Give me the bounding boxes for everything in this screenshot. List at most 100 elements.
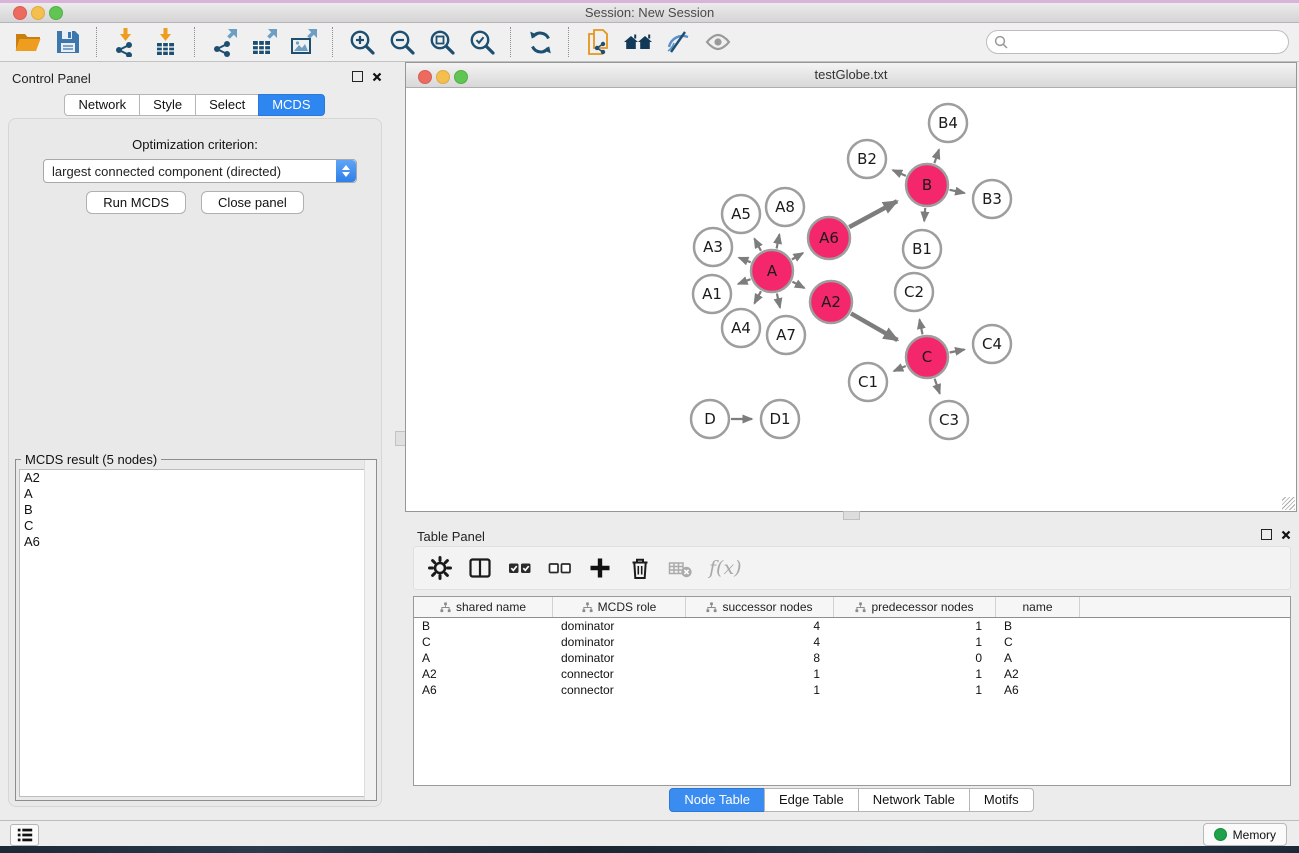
cell-shared-name[interactable]: C [414,635,553,649]
network-canvas[interactable]: B4B2BB3A8A5A6A3B1AC2A1A2A4A7C4CC1C3DD1 [406,88,1296,511]
cell-MCDS-role[interactable]: connector [553,683,686,697]
node-A7[interactable]: A7 [767,316,805,354]
table-row[interactable]: Adominator80A [414,650,1290,666]
table-settings-button[interactable] [428,556,452,580]
column-header-shared-name[interactable]: shared name [414,597,553,617]
memory-button[interactable]: Memory [1203,823,1287,846]
result-item[interactable]: A [20,486,372,502]
select-all-columns-button[interactable] [508,556,532,580]
mcds-result-list[interactable]: A2ABCA6 [19,469,373,797]
cell-predecessor-nodes[interactable]: 1 [834,667,996,681]
edge-A-A2[interactable] [792,282,804,288]
node-C2[interactable]: C2 [895,273,933,311]
node-B4[interactable]: B4 [929,104,967,142]
node-A[interactable]: A [751,250,793,292]
node-C1[interactable]: C1 [849,363,887,401]
node-A4[interactable]: A4 [722,309,760,347]
task-history-button[interactable] [10,824,39,846]
edge-B-B4[interactable] [934,150,939,164]
export-image-button[interactable] [284,25,324,59]
cell-successor-nodes[interactable]: 1 [686,683,834,697]
node-D[interactable]: D [691,400,729,438]
edge-A-A7[interactable] [777,294,780,308]
function-builder-button[interactable]: f(x) [709,557,742,579]
node-A5[interactable]: A5 [722,195,760,233]
close-table-panel-icon[interactable] [1281,530,1291,540]
result-scrollbar[interactable] [364,460,376,800]
search-field[interactable] [986,30,1289,54]
node-B2[interactable]: B2 [848,140,886,178]
create-column-button[interactable] [588,556,612,580]
float-table-panel-icon[interactable] [1261,529,1272,540]
edge-A-A1[interactable] [738,279,750,284]
close-panel-button[interactable]: Close panel [201,191,304,214]
result-item[interactable]: A6 [20,534,372,550]
tab-style[interactable]: Style [139,94,196,116]
show-columns-button[interactable] [468,556,492,580]
export-network-button[interactable] [204,25,244,59]
tab-node-table[interactable]: Node Table [669,788,765,812]
cell-MCDS-role[interactable]: dominator [553,635,686,649]
float-panel-icon[interactable] [352,71,363,82]
cell-predecessor-nodes[interactable]: 1 [834,683,996,697]
deselect-all-columns-button[interactable] [548,556,572,580]
tab-motifs[interactable]: Motifs [969,788,1034,812]
dropdown-stepper-icon[interactable] [336,160,356,182]
close-panel-icon[interactable] [372,72,382,82]
refresh-layout-button[interactable] [520,25,560,59]
table-row[interactable]: A6connector11A6 [414,682,1290,698]
duplicate-network-button[interactable] [578,25,618,59]
network-canvas-svg[interactable]: B4B2BB3A8A5A6A3B1AC2A1A2A4A7C4CC1C3DD1 [406,88,1296,511]
cell-shared-name[interactable]: A2 [414,667,553,681]
cell-name[interactable]: C [996,635,1080,649]
node-B[interactable]: B [906,164,948,206]
tab-edge-table[interactable]: Edge Table [764,788,859,812]
import-network-button[interactable] [106,25,146,59]
result-item[interactable]: B [20,502,372,518]
tab-select[interactable]: Select [195,94,259,116]
zoom-selected-button[interactable] [462,25,502,59]
home-button[interactable] [618,25,658,59]
edge-A-A6[interactable] [792,253,803,260]
tab-network-table[interactable]: Network Table [858,788,970,812]
export-table-button[interactable] [244,25,284,59]
node-A3[interactable]: A3 [694,228,732,266]
save-session-button[interactable] [48,25,88,59]
node-C[interactable]: C [906,336,948,378]
node-C3[interactable]: C3 [930,401,968,439]
edge-A-A4[interactable] [754,291,761,303]
horizontal-splitter-grip[interactable] [843,511,860,520]
cell-predecessor-nodes[interactable]: 1 [834,619,996,633]
delete-column-button[interactable] [628,556,652,580]
edge-C-C4[interactable] [950,350,965,353]
open-session-button[interactable] [8,25,48,59]
edge-B-B2[interactable] [893,170,906,176]
node-B3[interactable]: B3 [973,180,1011,218]
delete-table-button[interactable] [668,557,693,580]
edge-B-B3[interactable] [950,190,965,193]
cell-name[interactable]: B [996,619,1080,633]
network-window-titlebar[interactable]: testGlobe.txt [406,63,1296,88]
cell-name[interactable]: A [996,651,1080,665]
table-row[interactable]: Bdominator41B [414,618,1290,634]
cell-name[interactable]: A6 [996,683,1080,697]
search-input[interactable] [1008,34,1262,51]
cell-predecessor-nodes[interactable]: 0 [834,651,996,665]
cell-shared-name[interactable]: A6 [414,683,553,697]
zoom-out-button[interactable] [382,25,422,59]
import-table-button[interactable] [146,25,186,59]
cell-successor-nodes[interactable]: 4 [686,619,834,633]
cell-successor-nodes[interactable]: 4 [686,635,834,649]
cell-predecessor-nodes[interactable]: 1 [834,635,996,649]
show-details-button[interactable] [698,25,738,59]
run-mcds-button[interactable]: Run MCDS [86,191,186,214]
column-header-predecessor-nodes[interactable]: predecessor nodes [834,597,996,617]
node-C4[interactable]: C4 [973,325,1011,363]
table-row[interactable]: A2connector11A2 [414,666,1290,682]
cell-name[interactable]: A2 [996,667,1080,681]
edge-A-A3[interactable] [739,258,751,263]
cell-MCDS-role[interactable]: connector [553,667,686,681]
column-header-name[interactable]: name [996,597,1080,617]
tab-mcds[interactable]: MCDS [258,94,324,116]
edge-C-C3[interactable] [935,379,940,394]
